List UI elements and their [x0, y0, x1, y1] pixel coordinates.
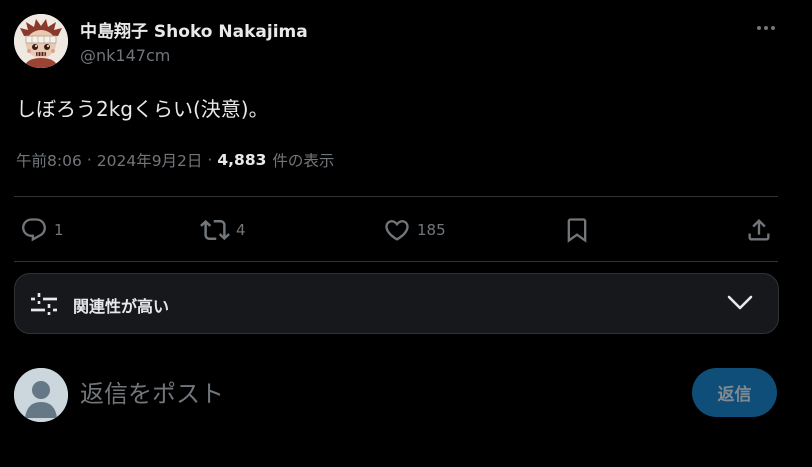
sliders-icon: [31, 293, 57, 315]
retweet-count: 4: [236, 221, 246, 239]
divider-top: [14, 196, 778, 197]
more-options-button[interactable]: [752, 16, 780, 40]
reply-input[interactable]: [80, 374, 640, 414]
tweet-time[interactable]: 午前8:06: [16, 149, 82, 171]
view-count: 4,883: [217, 151, 267, 169]
reply-submit-button[interactable]: 返信: [692, 368, 777, 417]
bookmark-icon: [567, 218, 587, 243]
current-user-avatar[interactable]: [14, 368, 68, 422]
more-dots-icon: [757, 26, 775, 30]
author-handle[interactable]: @nk147cm: [80, 46, 170, 65]
bookmark-action-button[interactable]: [563, 214, 591, 246]
reply-sort-dropdown[interactable]: 関連性が高い: [14, 273, 779, 334]
tweet-date[interactable]: 2024年9月2日: [97, 149, 203, 171]
tweet-text: しぼろう2kgくらい(決意)。: [16, 97, 269, 121]
tweet-detail: 中島翔子 Shoko Nakajima @nk147cm しぼろう2kgくらい(…: [0, 0, 812, 467]
reply-count: 1: [54, 221, 64, 239]
meta-separator-2: ·: [207, 151, 213, 169]
author-display-name[interactable]: 中島翔子 Shoko Nakajima: [80, 17, 308, 42]
share-action-button[interactable]: [745, 214, 773, 246]
like-count: 185: [417, 221, 446, 239]
view-label: 件の表示: [272, 152, 335, 170]
retweet-icon: [200, 219, 230, 241]
meta-separator: ·: [86, 151, 92, 169]
retweet-action-button[interactable]: 4: [200, 214, 246, 246]
like-action-button[interactable]: 185: [383, 214, 446, 246]
reply-sort-label: 関連性が高い: [73, 297, 170, 316]
tweet-meta: 午前8:06 · 2024年9月2日 · 4,883 件の表示: [16, 149, 334, 171]
chevron-down-icon: [727, 295, 753, 310]
author-avatar[interactable]: [14, 14, 68, 68]
divider-bottom: [14, 261, 778, 262]
heart-icon: [385, 220, 409, 241]
default-user-icon: [14, 368, 68, 422]
avatar-illustration: [14, 14, 68, 68]
reply-icon: [22, 218, 46, 242]
share-icon: [748, 219, 770, 241]
reply-action-button[interactable]: 1: [20, 214, 64, 246]
